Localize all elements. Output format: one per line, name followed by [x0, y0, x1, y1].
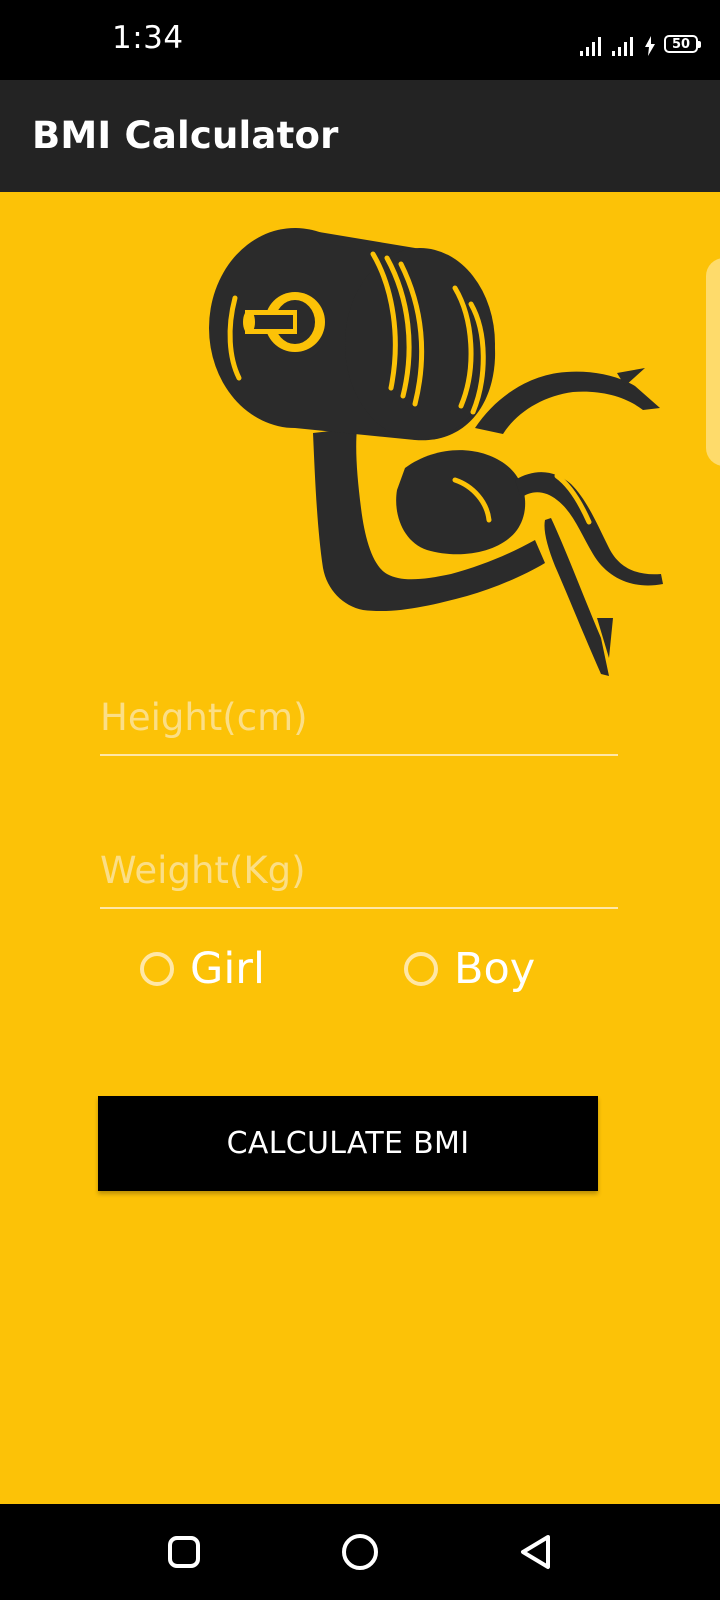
height-input[interactable]	[100, 680, 618, 754]
status-bar: 1:34 50	[0, 0, 720, 80]
signal-icon	[580, 37, 601, 56]
battery-icon: 50	[664, 35, 701, 53]
height-field	[100, 680, 618, 756]
weight-field	[100, 833, 618, 909]
navigation-bar	[0, 1504, 720, 1600]
signal-icon	[612, 37, 633, 56]
radio-circle-icon[interactable]	[140, 952, 174, 986]
status-time: 1:34	[112, 20, 184, 56]
boy-radio-label[interactable]: Boy	[454, 944, 535, 994]
weightlifting-arm-icon	[209, 228, 663, 676]
edge-panel-handle[interactable]	[706, 258, 720, 466]
charging-icon	[645, 36, 655, 56]
back-icon[interactable]	[516, 1532, 556, 1572]
radio-circle-icon[interactable]	[404, 952, 438, 986]
battery-level: 50	[671, 36, 691, 52]
app-bar: BMI Calculator	[0, 80, 720, 192]
girl-radio-label[interactable]: Girl	[190, 944, 265, 994]
girl-radio[interactable]: Girl	[140, 944, 265, 994]
app-title: BMI Calculator	[32, 114, 339, 157]
calculate-bmi-button[interactable]: CALCULATE BMI	[98, 1096, 598, 1191]
weight-input[interactable]	[100, 833, 618, 907]
status-icons: 50	[580, 26, 701, 56]
home-icon[interactable]	[340, 1532, 380, 1572]
recents-icon[interactable]	[164, 1532, 204, 1572]
screen: 1:34 50 BMI Calculator Height(cm) Weight…	[0, 0, 720, 1600]
boy-radio[interactable]: Boy	[404, 944, 535, 994]
